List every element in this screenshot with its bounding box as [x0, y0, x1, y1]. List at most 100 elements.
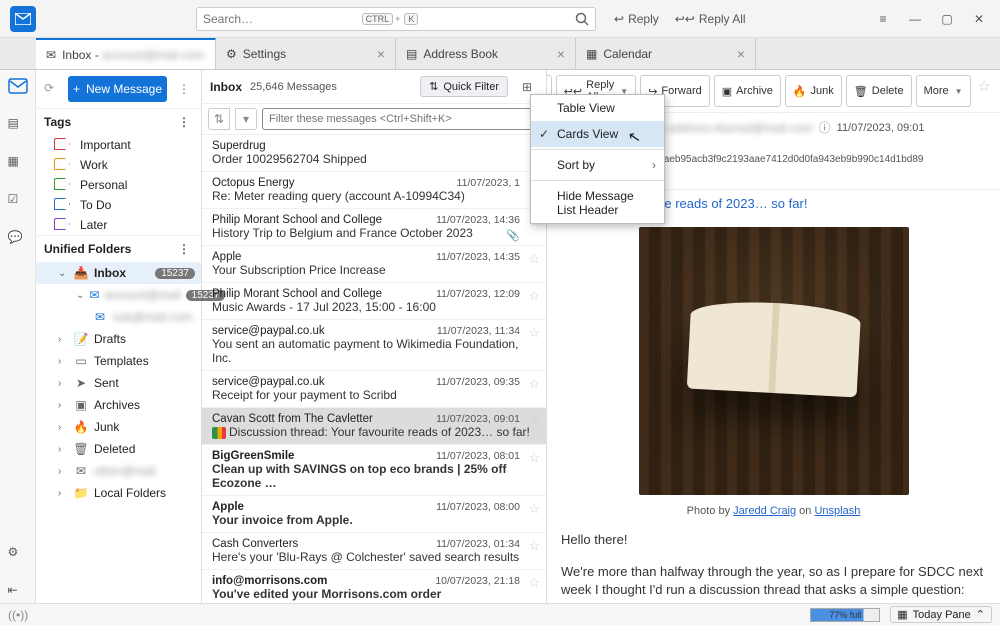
message-row[interactable]: SuperdrugOrder 10029562704 Shipped☆: [202, 135, 546, 172]
folder-external[interactable]: ›✉other@mail: [36, 460, 201, 482]
folder-junk[interactable]: ›🔥Junk: [36, 416, 201, 438]
rail-calendar-icon[interactable]: ▦: [8, 154, 28, 174]
more-button[interactable]: More▼: [916, 75, 971, 107]
menu-hide-header[interactable]: Hide Message List Header: [531, 183, 664, 223]
close-button[interactable]: ✕: [964, 6, 994, 32]
rail-tasks-icon[interactable]: ☑: [8, 192, 28, 212]
rail-collapse-icon[interactable]: ⇤: [8, 583, 28, 603]
rail-chat-icon[interactable]: 💬: [8, 230, 28, 250]
titlebar-reply-button[interactable]: ↩ Reply: [606, 6, 667, 32]
message-row[interactable]: service@paypal.co.uk You sent an automat…: [202, 320, 546, 371]
folder-archives[interactable]: ›▣Archives: [36, 394, 201, 416]
chevron-right-icon[interactable]: ›: [58, 334, 68, 345]
junk-button[interactable]: 🔥Junk: [785, 75, 842, 107]
chevron-right-icon[interactable]: ›: [58, 422, 68, 433]
get-messages-icon[interactable]: ⟳: [44, 81, 60, 97]
today-pane-toggle[interactable]: ▦ Today Pane ⌃: [890, 606, 992, 623]
menu-icon[interactable]: ≡: [868, 6, 898, 32]
archive-button[interactable]: ▣Archive: [714, 75, 781, 107]
message-row[interactable]: service@paypal.co.uk Receipt for your pa…: [202, 371, 546, 408]
tab-inbox[interactable]: ✉ Inbox - account@mail.com: [36, 38, 216, 69]
star-icon[interactable]: ☆: [528, 288, 540, 304]
app-icon: [10, 6, 36, 32]
minimize-button[interactable]: —: [900, 6, 930, 32]
tab-calendar[interactable]: ▦ Calendar ×: [576, 38, 756, 69]
folder-deleted[interactable]: ›🗑Deleted: [36, 438, 201, 460]
new-message-button[interactable]: + New Message: [68, 76, 167, 102]
folder-account[interactable]: ⌄✉account@mail15237: [36, 284, 201, 306]
photo-credit-link[interactable]: Jaredd Craig: [733, 505, 796, 517]
rail-settings-icon[interactable]: ⚙: [8, 545, 28, 565]
tab-address-book[interactable]: ▤ Address Book ×: [396, 38, 576, 69]
star-icon[interactable]: ☆: [528, 575, 540, 591]
message-row[interactable]: AppleYour Subscription Price Increase11/…: [202, 246, 546, 283]
message-row[interactable]: AppleYour invoice from Apple.11/07/2023,…: [202, 496, 546, 533]
maximize-button[interactable]: ▢: [932, 6, 962, 32]
tag-item[interactable]: Later: [36, 215, 201, 235]
star-icon[interactable]: ☆: [528, 450, 540, 466]
chevron-right-icon[interactable]: ›: [58, 488, 68, 499]
tag-item[interactable]: Work: [36, 155, 201, 175]
message-row[interactable]: Cavan Scott from The CavletterDiscussion…: [202, 408, 546, 445]
menu-cards-view[interactable]: Cards View: [531, 121, 664, 147]
list-options-button[interactable]: ⊞: [516, 80, 538, 94]
message-row[interactable]: Philip Morant School and CollegeMusic Aw…: [202, 283, 546, 320]
titlebar-reply-all-button[interactable]: ↩↩ Reply All: [667, 6, 754, 32]
filter-dropdown[interactable]: ▾: [235, 108, 257, 130]
tab-settings[interactable]: ⚙ Settings ×: [216, 38, 396, 69]
folder-inbox[interactable]: ⌄📥Inbox15237: [36, 262, 201, 284]
menu-table-view[interactable]: Table View: [531, 95, 664, 121]
star-icon[interactable]: ☆: [528, 501, 540, 517]
message-row[interactable]: info@morrisons.comYou've edited your Mor…: [202, 570, 546, 603]
tag-icon: [54, 158, 72, 172]
menu-sort-by[interactable]: Sort by: [531, 152, 664, 178]
global-search[interactable]: CTRL + K: [196, 7, 596, 31]
quick-filter-button[interactable]: ⇅ Quick Filter: [420, 76, 508, 97]
chevron-right-icon[interactable]: ›: [58, 466, 68, 477]
search-input[interactable]: [203, 12, 360, 26]
star-icon[interactable]: ☆: [528, 376, 540, 392]
star-icon[interactable]: ☆: [975, 75, 994, 107]
message-subject: Here's your 'Blu-Rays @ Colchester' save…: [212, 550, 536, 564]
rail-mail-icon[interactable]: [8, 78, 28, 98]
message-row[interactable]: Cash ConvertersHere's your 'Blu-Rays @ C…: [202, 533, 546, 570]
delete-button[interactable]: 🗑Delete: [846, 75, 912, 107]
chevron-down-icon[interactable]: ⌄: [76, 290, 84, 301]
filter-toggle[interactable]: ⇅: [208, 108, 230, 130]
message-subject: You sent an automatic payment to Wikimed…: [212, 337, 536, 365]
message-row[interactable]: Philip Morant School and CollegeHistory …: [202, 209, 546, 246]
folder-subaccount[interactable]: ✉sub@mail.com: [36, 306, 201, 328]
search-icon[interactable]: [575, 12, 589, 26]
chevron-right-icon[interactable]: ›: [58, 356, 68, 367]
chevron-right-icon[interactable]: ›: [58, 444, 68, 455]
chevron-right-icon[interactable]: ›: [58, 378, 68, 389]
close-icon[interactable]: ×: [377, 46, 385, 62]
star-icon[interactable]: ☆: [528, 325, 540, 341]
chevron-right-icon[interactable]: ›: [58, 400, 68, 411]
chevron-down-icon[interactable]: ⌄: [58, 268, 68, 279]
folder-drafts[interactable]: ›📝Drafts: [36, 328, 201, 350]
tag-item[interactable]: Personal: [36, 175, 201, 195]
tag-icon: [54, 198, 72, 212]
rail-address-icon[interactable]: ▤: [8, 116, 28, 136]
folder-sent[interactable]: ›➤Sent: [36, 372, 201, 394]
chevron-down-icon[interactable]: ▼: [955, 87, 963, 96]
tag-item[interactable]: To Do: [36, 195, 201, 215]
more-icon[interactable]: ⋮: [175, 242, 193, 256]
account-name: sub@mail.com: [113, 310, 193, 324]
filter-input[interactable]: [262, 108, 540, 130]
close-icon[interactable]: ×: [557, 46, 565, 62]
message-row[interactable]: BigGreenSmileClean up with SAVINGS on to…: [202, 445, 546, 496]
more-icon[interactable]: ⋮: [175, 82, 193, 96]
folder-templates[interactable]: ›▭Templates: [36, 350, 201, 372]
photo-site-link[interactable]: Unsplash: [814, 505, 860, 517]
folder-local[interactable]: ›📁Local Folders: [36, 482, 201, 504]
message-row[interactable]: Octopus EnergyRe: Meter reading query (a…: [202, 172, 546, 209]
tag-item[interactable]: Important: [36, 135, 201, 155]
star-icon[interactable]: ☆: [528, 251, 540, 267]
close-icon[interactable]: ×: [737, 46, 745, 62]
star-icon[interactable]: ☆: [528, 538, 540, 554]
more-icon[interactable]: ⋮: [175, 115, 193, 129]
contact-icon[interactable]: ⓘ: [819, 119, 831, 136]
star-icon[interactable]: ☆: [528, 413, 540, 429]
